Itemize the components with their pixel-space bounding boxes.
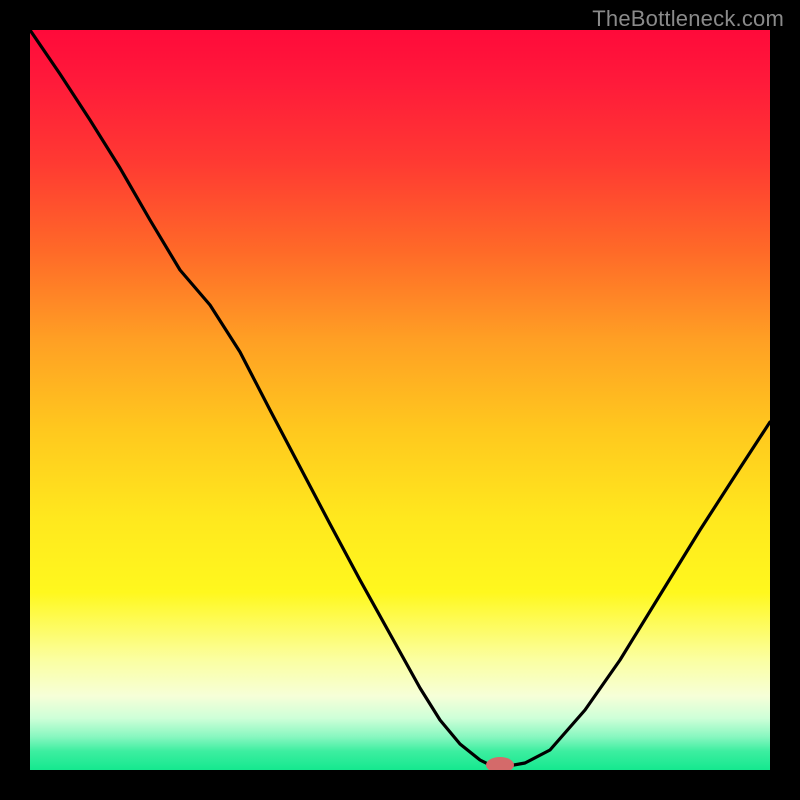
chart-svg: [30, 30, 770, 770]
optimal-marker: [486, 757, 514, 770]
plot-area: [30, 30, 770, 770]
watermark-text: TheBottleneck.com: [592, 6, 784, 32]
bottleneck-curve: [30, 30, 770, 766]
